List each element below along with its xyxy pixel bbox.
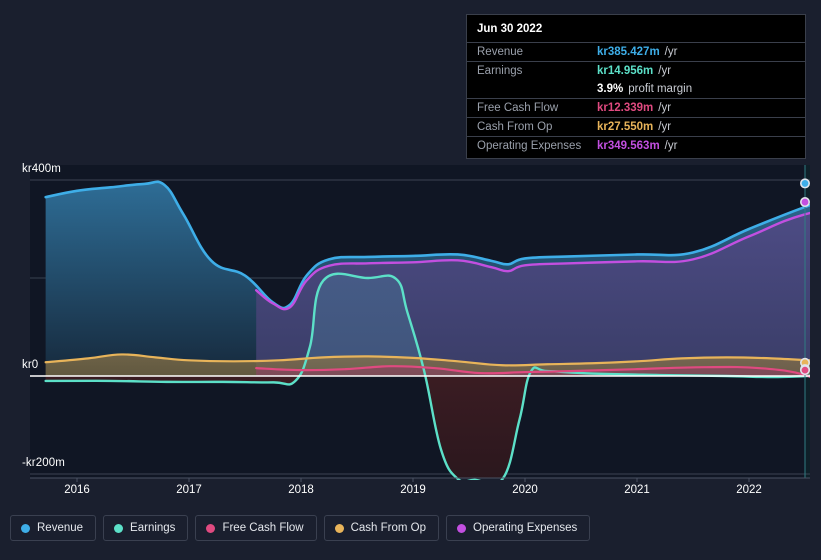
x-axis-tick: 2018 — [288, 484, 314, 496]
legend-color-dot-icon — [457, 523, 467, 533]
tooltip-date: Jun 30 2022 — [477, 23, 543, 35]
legend-item-operating-expenses[interactable]: Operating Expenses — [446, 515, 591, 541]
financial-chart-widget: kr400m kr0 -kr200m 2016 2017 2018 2019 2020 202… — [0, 0, 821, 560]
x-axis-tick: 2020 — [512, 484, 538, 496]
x-axis-tick: 2016 — [64, 484, 90, 496]
tooltip-rows: Revenue kr385.427m/yr Earnings kr14.956m/yr… — [467, 42, 805, 155]
chart-tooltip: Jun 30 2022 Revenue kr385.427m/yr Earnings… — [466, 14, 806, 159]
tooltip-row: Cash From Op kr27.550m/yr — [467, 117, 805, 136]
legend-color-dot-icon — [206, 523, 216, 533]
tooltip-row-label: Revenue — [477, 46, 524, 58]
y-axis-tick: -kr200m — [22, 457, 65, 469]
legend-item-label: Earnings — [130, 522, 176, 534]
y-axis-tick: kr0 — [22, 359, 39, 371]
x-axis-tick: 2017 — [176, 484, 202, 496]
tooltip-row-value: kr349.563m — [597, 140, 660, 152]
legend-color-dot-icon — [21, 523, 30, 533]
tooltip-row-value: kr14.956m — [597, 65, 654, 77]
tooltip-row: Revenue kr385.427m/yr — [467, 42, 805, 61]
tooltip-row: Operating Expenses kr349.563m/yr — [467, 136, 805, 155]
tooltip-row-unit: /yr — [664, 140, 678, 152]
legend-item-free-cash-flow[interactable]: Free Cash Flow — [195, 515, 317, 541]
x-axis-tick: 2019 — [400, 484, 426, 496]
tooltip-row: Earnings kr14.956m/yr — [467, 61, 805, 80]
tooltip-row-label: Earnings — [477, 65, 523, 77]
tooltip-row-value: kr12.339m — [597, 102, 654, 114]
tooltip-row-unit: /yr — [658, 65, 672, 77]
legend-item-label: Operating Expenses — [473, 522, 578, 534]
y-axis-tick: kr400m — [22, 163, 61, 175]
x-axis-tick: 2021 — [624, 484, 650, 496]
tooltip-row-label: Cash From Op — [477, 121, 553, 133]
legend-item-label: Cash From Op — [350, 522, 427, 534]
legend-item-label: Revenue — [37, 522, 84, 534]
tooltip-row-value: kr385.427m — [597, 46, 660, 58]
tooltip-row-value: kr27.550m — [597, 121, 654, 133]
legend-item-cash-from-op[interactable]: Cash From Op — [323, 515, 440, 541]
x-axis-tick: 2022 — [736, 484, 762, 496]
legend-color-dot-icon — [334, 523, 344, 533]
legend-item-revenue[interactable]: Revenue — [10, 515, 97, 541]
chart-legend[interactable]: Revenue Earnings Free Cash Flow Cash From O… — [10, 515, 591, 541]
endpoint-marker — [799, 178, 810, 189]
tooltip-row-unit: /yr — [658, 121, 672, 133]
legend-item-label: Free Cash Flow — [222, 522, 304, 534]
tooltip-row-unit: /yr — [658, 102, 672, 114]
endpoint-marker — [799, 197, 810, 208]
tooltip-row-unit: profit margin — [628, 83, 693, 95]
tooltip-row: Free Cash Flow kr12.339m/yr — [467, 98, 805, 117]
tooltip-row: 3.9% profit margin — [467, 80, 805, 98]
tooltip-row-value: 3.9% — [597, 83, 624, 95]
legend-item-earnings[interactable]: Earnings — [103, 515, 189, 541]
tooltip-row-label: Operating Expenses — [477, 140, 582, 152]
tooltip-row-label: Free Cash Flow — [477, 102, 559, 114]
endpoint-marker — [799, 365, 810, 376]
tooltip-row-unit: /yr — [664, 46, 678, 58]
legend-color-dot-icon — [114, 523, 124, 533]
